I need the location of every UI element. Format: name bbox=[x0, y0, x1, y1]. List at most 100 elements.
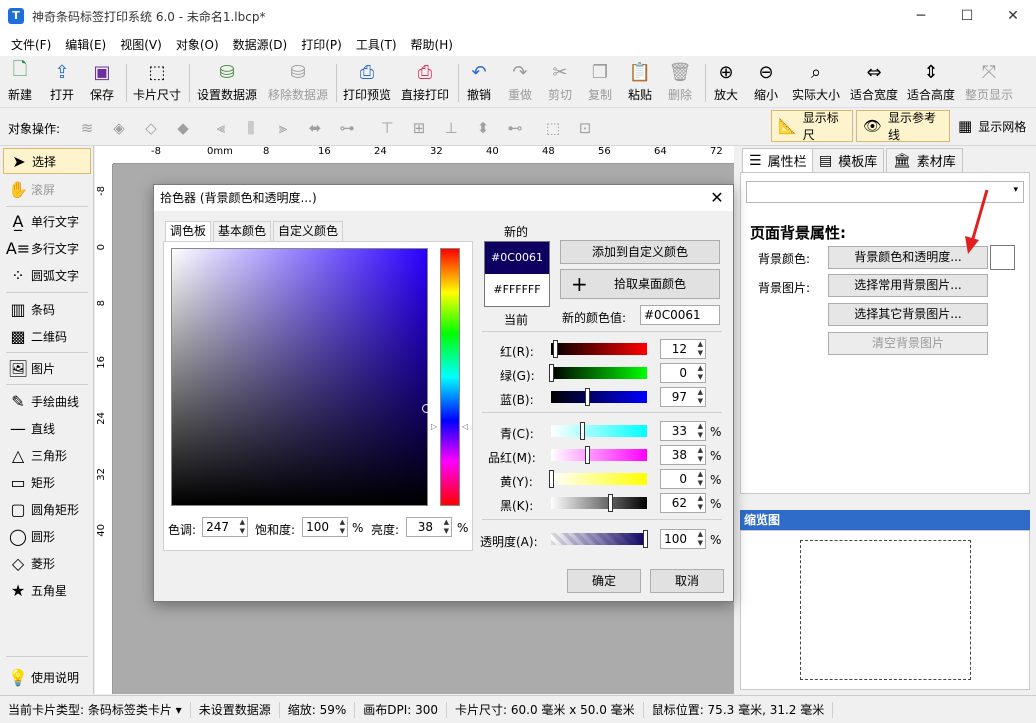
paste-button[interactable]: 📋 粘贴 bbox=[628, 60, 652, 106]
blue-slider[interactable] bbox=[551, 388, 647, 406]
menu-tools[interactable]: 工具(T) bbox=[349, 36, 404, 53]
magenta-input[interactable]: 38 ▲ ▼ bbox=[660, 445, 706, 465]
spin-arrows-icon[interactable]: ▲ ▼ bbox=[698, 422, 703, 440]
tab-palette[interactable]: 调色板 bbox=[165, 221, 212, 241]
tab-custom-colors[interactable]: 自定义颜色 bbox=[273, 221, 344, 241]
alpha-input[interactable]: 100 ▲ ▼ bbox=[660, 529, 706, 549]
tool-rounded-rect[interactable]: ▢ 圆角矩形 bbox=[3, 496, 91, 522]
menu-help[interactable]: 帮助(H) bbox=[404, 36, 460, 53]
tool-freehand[interactable]: ✎ 手绘曲线 bbox=[3, 388, 91, 414]
tool-select[interactable]: ➤ 选择 bbox=[3, 148, 91, 174]
distribute-v-icon[interactable]: ⊷ bbox=[504, 117, 526, 139]
tab-materials[interactable]: 🏛 素材库 bbox=[886, 148, 963, 172]
zoom-in-button[interactable]: ⊕ 放大 bbox=[714, 60, 738, 106]
black-input[interactable]: 62 ▲ ▼ bbox=[660, 493, 706, 513]
clear-bg-image-button[interactable]: 清空背景图片 bbox=[828, 332, 988, 355]
alpha-slider[interactable] bbox=[551, 530, 648, 548]
menu-print[interactable]: 打印(P) bbox=[294, 36, 349, 53]
hue-slider[interactable] bbox=[440, 248, 460, 506]
show-grid-toggle[interactable]: ▦ 显示网格 bbox=[952, 110, 1034, 142]
spin-arrows-icon[interactable]: ▲ ▼ bbox=[698, 446, 703, 464]
other-bg-image-button[interactable]: 选择其它背景图片... bbox=[828, 303, 988, 326]
cyan-slider[interactable] bbox=[551, 422, 647, 440]
tool-line[interactable]: — 直线 bbox=[3, 415, 91, 441]
ok-button[interactable]: 确定 bbox=[567, 569, 641, 593]
spin-arrows-icon[interactable]: ▲ ▼ bbox=[340, 518, 345, 536]
align-center-icon[interactable]: ⫼ bbox=[240, 117, 262, 139]
brightness-input[interactable]: 38 ▲ ▼ bbox=[406, 517, 452, 537]
green-input[interactable]: 0 ▲ ▼ bbox=[660, 363, 706, 383]
menu-datasource[interactable]: 数据源(D) bbox=[226, 36, 295, 53]
tool-qrcode[interactable]: ▩ 二维码 bbox=[3, 323, 91, 349]
sv-picker-handle[interactable] bbox=[422, 404, 431, 413]
tool-circle[interactable]: ◯ 圆形 bbox=[3, 523, 91, 549]
tool-triangle[interactable]: △ 三角形 bbox=[3, 442, 91, 468]
set-datasource-button[interactable]: ⛁ 设置数据源 bbox=[197, 60, 257, 106]
blue-input[interactable]: 97 ▲ ▼ bbox=[660, 387, 706, 407]
red-input[interactable]: 12 ▲ ▼ bbox=[660, 339, 706, 359]
spin-arrows-icon[interactable]: ▲ ▼ bbox=[698, 364, 703, 382]
layer-up-icon[interactable]: ≋ bbox=[76, 117, 98, 139]
remove-datasource-button[interactable]: ⛁ 移除数据源 bbox=[268, 60, 328, 106]
tool-barcode[interactable]: ▥ 条码 bbox=[3, 296, 91, 322]
tool-single-text[interactable]: A̲ 单行文字 bbox=[3, 208, 91, 234]
card-size-button[interactable]: ⬚ 卡片尺寸 bbox=[133, 60, 181, 106]
cancel-button[interactable]: 取消 bbox=[650, 569, 724, 593]
minimize-button[interactable]: ─ bbox=[898, 0, 944, 32]
black-slider[interactable] bbox=[551, 494, 647, 512]
tool-star[interactable]: ★ 五角星 bbox=[3, 577, 91, 603]
hue-input[interactable]: 247 ▲ ▼ bbox=[202, 517, 248, 537]
menu-object[interactable]: 对象(O) bbox=[169, 36, 226, 53]
close-button[interactable]: ✕ bbox=[990, 0, 1036, 32]
tab-properties[interactable]: ☰ 属性栏 bbox=[742, 148, 814, 172]
red-slider[interactable] bbox=[551, 340, 647, 358]
pick-desktop-color-button[interactable]: + 拾取桌面颜色 bbox=[560, 269, 720, 299]
spin-arrows-icon[interactable]: ▲ ▼ bbox=[698, 530, 703, 548]
tool-image[interactable]: 🖼 图片 bbox=[3, 355, 91, 381]
saturation-input[interactable]: 100 ▲ ▼ bbox=[302, 517, 348, 537]
spin-arrows-icon[interactable]: ▲ ▼ bbox=[240, 518, 245, 536]
slider-thumb[interactable] bbox=[549, 470, 554, 488]
add-custom-color-button[interactable]: 添加到自定义颜色 bbox=[560, 240, 720, 264]
slider-thumb[interactable] bbox=[580, 422, 585, 440]
help-button[interactable]: 💡 使用说明 bbox=[3, 664, 91, 690]
group-icon[interactable]: ⬚ bbox=[542, 117, 564, 139]
zoom-out-button[interactable]: ⊖ 缩小 bbox=[754, 60, 778, 106]
tool-scroll[interactable]: ✋ 滚屏 bbox=[3, 176, 91, 202]
spin-arrows-icon[interactable]: ▲ ▼ bbox=[444, 518, 449, 536]
dialog-close-icon[interactable]: ✕ bbox=[707, 188, 727, 208]
align-bottom-icon[interactable]: ⊥ bbox=[440, 117, 462, 139]
tool-rectangle[interactable]: ▭ 矩形 bbox=[3, 469, 91, 495]
tool-arc-text[interactable]: ⁘ 圆弧文字 bbox=[3, 262, 91, 288]
slider-thumb[interactable] bbox=[549, 364, 554, 382]
hex-value-input[interactable]: #0C0061 bbox=[640, 305, 720, 325]
layer-down-icon[interactable]: ◇ bbox=[140, 117, 162, 139]
spin-arrows-icon[interactable]: ▲ ▼ bbox=[698, 494, 703, 512]
status-card-type[interactable]: 当前卡片类型: 条码标签类卡片 ▾ bbox=[0, 701, 191, 718]
menu-file[interactable]: 文件(F) bbox=[4, 36, 58, 53]
align-right-icon[interactable]: ⫸ bbox=[272, 117, 294, 139]
spin-arrows-icon[interactable]: ▲ ▼ bbox=[698, 388, 703, 406]
yellow-slider[interactable] bbox=[549, 470, 647, 488]
distribute-h-icon[interactable]: ⊶ bbox=[336, 117, 358, 139]
fit-width-button[interactable]: ⇔ 适合宽度 bbox=[850, 60, 898, 106]
save-button[interactable]: ▣ 保存 bbox=[90, 60, 114, 106]
align-top-icon[interactable]: ⊤ bbox=[376, 117, 398, 139]
new-button[interactable]: 🗋 新建 bbox=[8, 59, 32, 106]
maximize-button[interactable]: ☐ bbox=[944, 0, 990, 32]
fit-height-button[interactable]: ⇕ 适合高度 bbox=[907, 60, 955, 106]
spin-arrows-icon[interactable]: ▲ ▼ bbox=[698, 340, 703, 358]
menu-view[interactable]: 视图(V) bbox=[113, 36, 169, 53]
same-width-icon[interactable]: ⬌ bbox=[304, 117, 326, 139]
magenta-slider[interactable] bbox=[551, 446, 647, 464]
tool-diamond[interactable]: ◇ 菱形 bbox=[3, 550, 91, 576]
actual-size-button[interactable]: ⌕ 实际大小 bbox=[792, 60, 840, 106]
delete-button[interactable]: 🗑 删除 bbox=[668, 60, 692, 106]
ungroup-icon[interactable]: ⊡ bbox=[574, 117, 596, 139]
undo-button[interactable]: ↶ 撤销 bbox=[467, 60, 491, 106]
preview-card[interactable] bbox=[800, 540, 971, 680]
layer-bottom-icon[interactable]: ◆ bbox=[172, 117, 194, 139]
layer-top-icon[interactable]: ◈ bbox=[108, 117, 130, 139]
slider-thumb[interactable] bbox=[553, 340, 558, 358]
common-bg-image-button[interactable]: 选择常用背景图片... bbox=[828, 274, 988, 297]
